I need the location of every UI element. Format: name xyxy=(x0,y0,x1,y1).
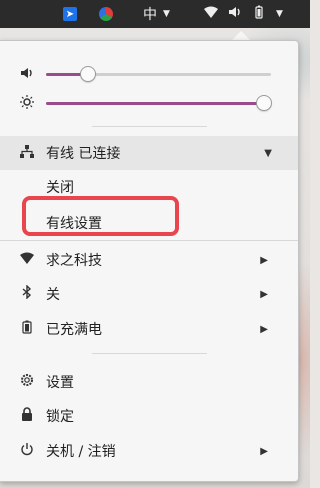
wired-label: 有线 已连接 xyxy=(46,146,121,162)
bluetooth-item[interactable]: 关 ▶ xyxy=(0,277,298,311)
sun-icon xyxy=(20,95,36,111)
wifi-icon xyxy=(19,252,35,268)
top-panel: ➤ 中 ▼ ▼ xyxy=(0,0,310,28)
menu-pointer xyxy=(232,31,250,40)
battery-icon xyxy=(252,5,266,23)
power-item[interactable]: 关机 / 注销 ▶ xyxy=(0,434,298,468)
volume-icon xyxy=(228,6,242,22)
color-app-icon[interactable] xyxy=(99,0,117,28)
gear-icon xyxy=(19,373,35,391)
wifi-icon xyxy=(204,6,218,22)
system-menu: 有线 已连接 ▼ 关闭 有线设置 求之科技 ▶ 关 ▶ 已充满电 ▶ 设置 锁定… xyxy=(0,40,299,482)
settings-label: 设置 xyxy=(46,375,74,391)
bluetooth-label: 关 xyxy=(46,287,60,303)
battery-icon xyxy=(19,320,35,338)
battery-item[interactable]: 已充满电 ▶ xyxy=(0,312,298,346)
brightness-slider[interactable] xyxy=(46,95,272,111)
separator xyxy=(92,353,207,354)
chevron-right-icon: ▶ xyxy=(260,288,268,300)
wired-off-label: 关闭 xyxy=(46,180,74,196)
battery-label: 已充满电 xyxy=(46,322,102,338)
bluetooth-icon xyxy=(19,284,35,303)
separator xyxy=(92,126,207,127)
input-method-indicator[interactable]: 中 ▼ xyxy=(143,0,170,28)
power-label: 关机 / 注销 xyxy=(46,444,116,460)
wifi-item[interactable]: 求之科技 ▶ xyxy=(0,243,298,277)
chevron-right-icon: ▶ xyxy=(260,323,268,335)
caret-down-icon: ▼ xyxy=(276,9,283,19)
speaker-icon xyxy=(20,66,36,82)
separator xyxy=(0,240,298,241)
volume-slider[interactable] xyxy=(46,66,271,82)
wired-connection-item[interactable]: 有线 已连接 ▼ xyxy=(0,136,298,170)
settings-item[interactable]: 设置 xyxy=(0,365,298,399)
lock-label: 锁定 xyxy=(46,409,74,425)
wifi-label: 求之科技 xyxy=(46,253,102,269)
volume-handle[interactable] xyxy=(80,66,96,82)
volume-slider-row xyxy=(0,64,298,84)
brightness-slider-row xyxy=(0,93,298,113)
brightness-handle[interactable] xyxy=(256,95,272,111)
chevron-right-icon: ▶ xyxy=(260,254,268,266)
chevron-right-icon: ▶ xyxy=(260,445,268,457)
lock-item[interactable]: 锁定 xyxy=(0,399,298,433)
app-launcher-icon[interactable]: ➤ xyxy=(63,0,79,28)
chevron-down-icon: ▼ xyxy=(163,9,170,19)
power-icon xyxy=(19,442,35,460)
ime-label: 中 xyxy=(143,7,157,23)
highlight-annotation-box xyxy=(22,196,179,236)
network-wired-icon xyxy=(19,144,35,162)
lock-icon xyxy=(19,407,35,425)
chevron-down-icon: ▼ xyxy=(264,147,272,159)
system-status-area[interactable]: ▼ xyxy=(204,0,300,28)
brightness-fill xyxy=(46,102,264,105)
